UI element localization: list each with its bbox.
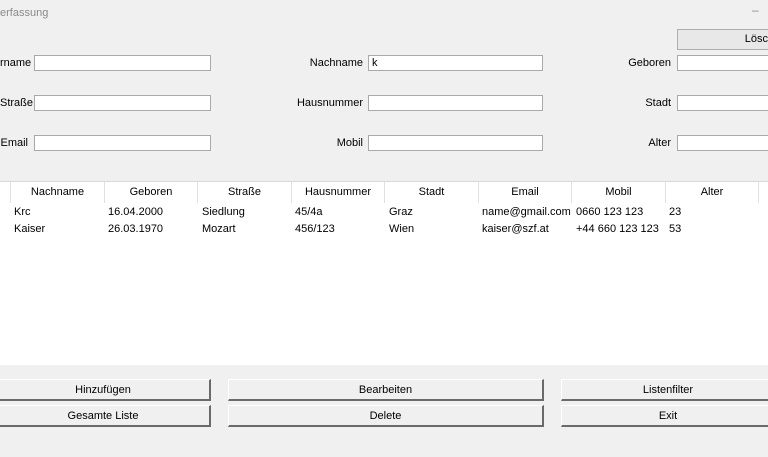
cell-mobil: +44 660 123 123 — [576, 223, 659, 235]
cell-nachname: Krc — [14, 206, 31, 218]
table-header: Nachname Geboren Straße Hausnummer Stadt… — [0, 182, 768, 203]
table-row[interactable]: Kaiser 26.03.1970 Mozart 456/123 Wien ka… — [0, 221, 768, 238]
column-header-stadt[interactable]: Stadt — [385, 182, 479, 203]
alter-field[interactable] — [677, 135, 768, 151]
column-header-email[interactable]: Email — [479, 182, 572, 203]
nachname-label: Nachname — [309, 57, 363, 69]
mobil-field[interactable] — [368, 135, 543, 151]
column-header-nachname[interactable]: Nachname — [11, 182, 105, 203]
listenfilter-button[interactable]: Listenfilter — [561, 379, 768, 401]
column-header-hausnummer[interactable]: Hausnummer — [292, 182, 385, 203]
strasse-field[interactable] — [34, 95, 211, 111]
exit-button[interactable]: Exit — [561, 405, 768, 427]
delete-button[interactable]: Delete — [228, 405, 544, 427]
email-field[interactable] — [34, 135, 211, 151]
contacts-table[interactable]: Nachname Geboren Straße Hausnummer Stadt… — [0, 181, 768, 365]
stadt-label: Stadt — [645, 97, 671, 109]
window-title: erfassung — [0, 7, 49, 19]
geboren-label: Geboren — [628, 57, 671, 69]
hinzufuegen-button[interactable]: Hinzufügen — [0, 379, 211, 401]
cell-mobil: 0660 123 123 — [576, 206, 644, 218]
column-header-geboren[interactable]: Geboren — [105, 182, 198, 203]
cell-alter: 53 — [669, 223, 682, 235]
cell-stadt: Graz — [389, 206, 413, 218]
table-row[interactable]: Krc 16.04.2000 Siedlung 45/4a Graz name@… — [0, 204, 768, 221]
column-header-mobil[interactable]: Mobil — [572, 182, 666, 203]
column-header-strasse[interactable]: Straße — [198, 182, 292, 203]
minimize-icon[interactable]: – — [752, 3, 759, 17]
loeschen-button[interactable]: Lösc — [677, 29, 768, 50]
bearbeiten-button[interactable]: Bearbeiten — [228, 379, 544, 401]
email-label: Email — [0, 137, 28, 149]
vorname-field[interactable] — [34, 55, 211, 71]
gesamte-liste-button[interactable]: Gesamte Liste — [0, 405, 211, 427]
title-bar: erfassung – — [0, 0, 768, 27]
cell-strasse: Mozart — [202, 223, 236, 235]
hausnummer-label: Hausnummer — [296, 97, 363, 109]
cell-alter: 23 — [669, 206, 682, 218]
cell-strasse: Siedlung — [202, 206, 245, 218]
cell-geboren: 16.04.2000 — [108, 206, 164, 218]
alter-label: Alter — [648, 137, 671, 149]
cell-geboren: 26.03.1970 — [108, 223, 164, 235]
cell-email: name@gmail.com — [482, 206, 571, 218]
vorname-label: rname — [0, 57, 32, 69]
column-header-filler — [759, 182, 768, 203]
cell-stadt: Wien — [389, 223, 415, 235]
stadt-field[interactable] — [677, 95, 768, 111]
cell-hausnummer: 45/4a — [295, 206, 323, 218]
strasse-label: Straße — [0, 97, 34, 109]
cell-hausnummer: 456/123 — [295, 223, 335, 235]
geboren-field[interactable] — [677, 55, 768, 71]
nachname-field[interactable] — [368, 55, 543, 71]
cell-nachname: Kaiser — [14, 223, 46, 235]
mobil-label: Mobil — [336, 137, 363, 149]
column-header-index[interactable] — [0, 182, 11, 203]
column-header-alter[interactable]: Alter — [666, 182, 759, 203]
hausnummer-field[interactable] — [368, 95, 543, 111]
cell-email: kaiser@szf.at — [482, 223, 549, 235]
